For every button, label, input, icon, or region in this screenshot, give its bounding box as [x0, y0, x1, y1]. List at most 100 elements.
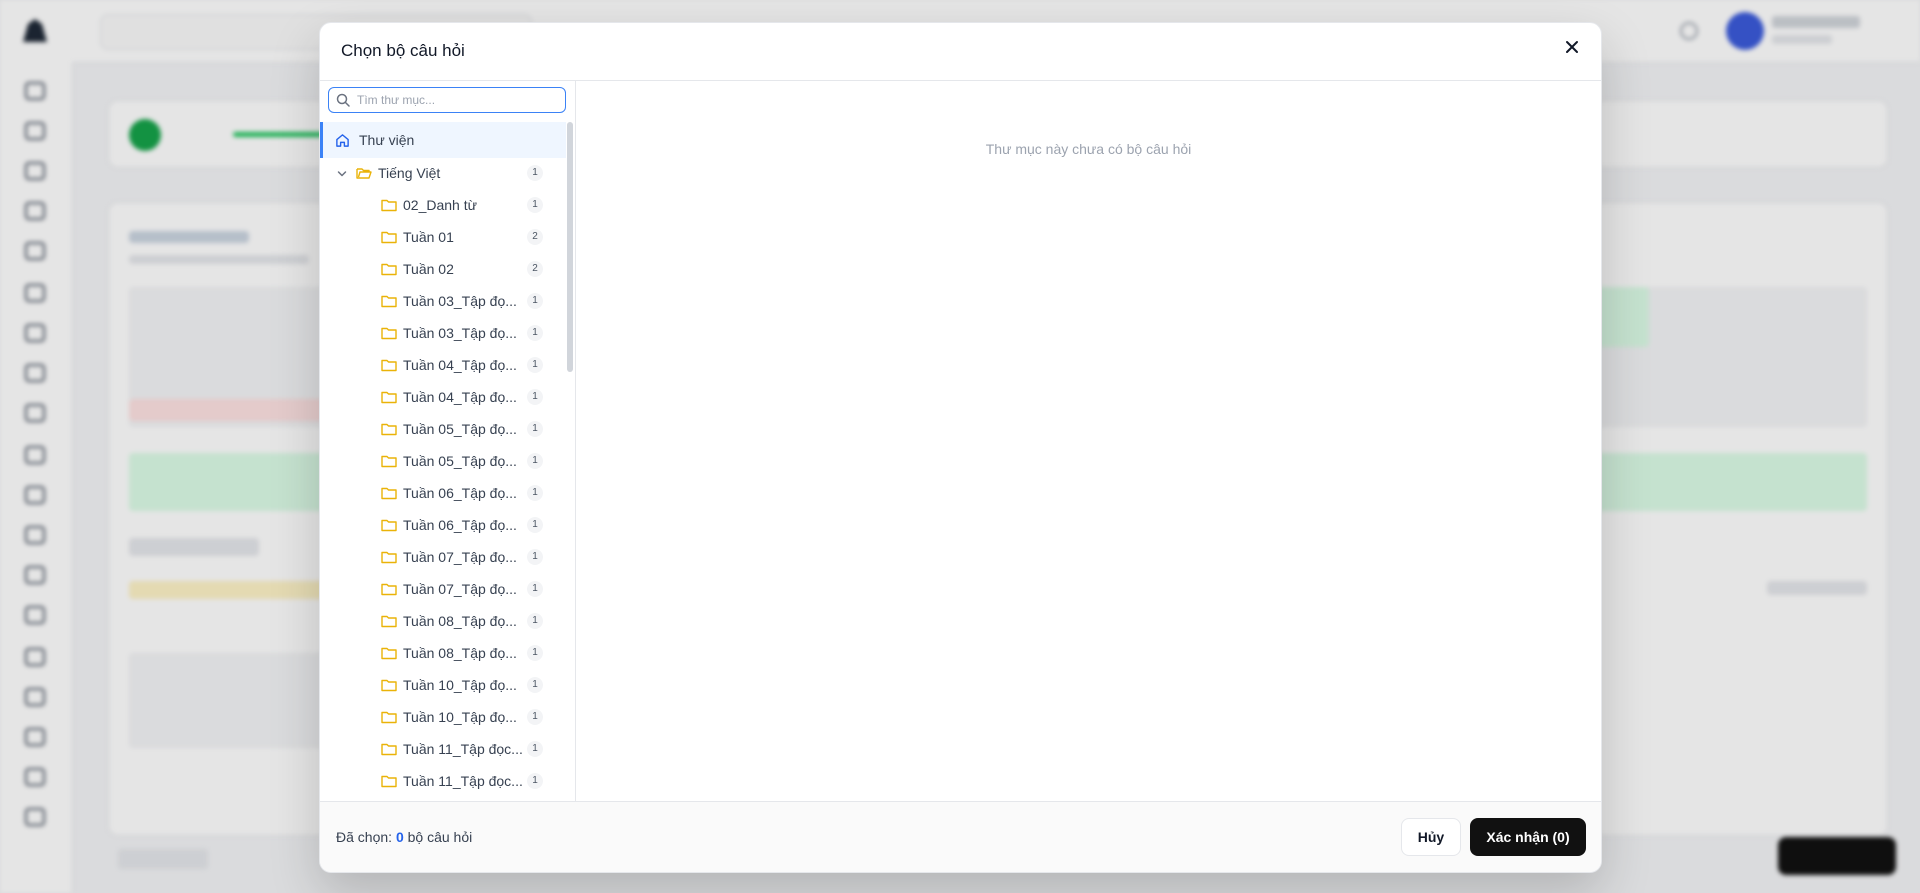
tree-item[interactable]: Tuần 01 2: [320, 222, 566, 252]
tree-item[interactable]: 02_Danh từ 1: [320, 190, 566, 220]
cancel-button[interactable]: Hủy: [1401, 818, 1461, 856]
count-badge: 1: [527, 549, 543, 565]
tree-item[interactable]: Tuần 02 2: [320, 254, 566, 284]
folder-tree: Thư viện Tiếng Việt 1 02_Danh từ 1 Tuần …: [320, 122, 566, 801]
tree-item-label: Tuần 04_Tập đọ...: [403, 389, 517, 405]
selected-count: 0: [395, 829, 404, 845]
tree-item[interactable]: Tuần 07_Tập đọ... 1: [320, 542, 566, 572]
count-badge: 1: [527, 165, 543, 181]
folder-icon: [381, 263, 397, 276]
count-badge: 2: [527, 229, 543, 245]
count-badge: 1: [527, 293, 543, 309]
tree-item-label: Tuần 11_Tập đọc...: [403, 741, 523, 757]
tree-item[interactable]: Tuần 03_Tập đọ... 1: [320, 318, 566, 348]
tree-item[interactable]: Tuần 06_Tập đọ... 1: [320, 510, 566, 540]
folder-icon: [381, 743, 397, 756]
search-icon: [336, 93, 350, 107]
folder-icon: [381, 679, 397, 692]
tree-item-label: Tuần 07_Tập đọ...: [403, 549, 517, 565]
tree-item-label: Tuần 05_Tập đọ...: [403, 453, 517, 469]
count-badge: 1: [527, 581, 543, 597]
tree-item[interactable]: Tuần 05_Tập đọ... 1: [320, 446, 566, 476]
count-badge: 2: [527, 261, 543, 277]
select-question-set-modal: Chọn bộ câu hỏi Thư viện Tiếng Việt 1 02…: [319, 22, 1602, 873]
folder-icon: [381, 519, 397, 532]
tree-item[interactable]: Tuần 10_Tập đọ... 1: [320, 702, 566, 732]
folder-icon: [381, 551, 397, 564]
tree-item[interactable]: Tuần 06_Tập đọ... 1: [320, 478, 566, 508]
selected-prefix: Đã chọn:: [336, 829, 393, 845]
selected-summary: Đã chọn: 0 bộ câu hỏi: [336, 829, 472, 845]
tree-item-label: Tuần 08_Tập đọ...: [403, 613, 517, 629]
folder-icon: [381, 775, 397, 788]
folder-icon: [381, 487, 397, 500]
tree-item[interactable]: Tuần 11_Tập đọc... 1: [320, 734, 566, 764]
tree-root-library[interactable]: Thư viện: [320, 122, 566, 158]
close-button[interactable]: [1557, 33, 1587, 63]
folder-icon: [381, 391, 397, 404]
tree-item[interactable]: Tuần 08_Tập đọ... 1: [320, 606, 566, 636]
tree-item-label: Tuần 08_Tập đọ...: [403, 645, 517, 661]
tree-item[interactable]: Tuần 11_Tập đọc... 1: [320, 766, 566, 796]
tree-root-label: Thư viện: [359, 132, 415, 148]
tree-item[interactable]: Tuần 04_Tập đọ... 1: [320, 350, 566, 380]
tree-item-label: Tuần 03_Tập đọ...: [403, 293, 517, 309]
folder-search-input[interactable]: [355, 90, 559, 110]
count-badge: 1: [527, 517, 543, 533]
empty-state-message: Thư mục này chưa có bộ câu hỏi: [985, 141, 1192, 157]
tree-folder-label: Tiếng Việt: [378, 165, 441, 181]
folder-icon: [381, 455, 397, 468]
tree-item-label: Tuần 03_Tập đọ...: [403, 325, 517, 341]
folder-icon: [381, 615, 397, 628]
folder-open-icon: [356, 168, 372, 179]
folder-icon: [381, 583, 397, 596]
tree-item[interactable]: Tuần 05_Tập đọ... 1: [320, 414, 566, 444]
folder-icon: [381, 423, 397, 436]
tree-item-label: Tuần 07_Tập đọ...: [403, 581, 517, 597]
count-badge: 1: [527, 773, 543, 789]
tree-item-label: Tuần 06_Tập đọ...: [403, 485, 517, 501]
count-badge: 1: [527, 741, 543, 757]
chevron-down-icon[interactable]: [337, 169, 347, 179]
tree-item[interactable]: Tuần 04_Tập đọ... 1: [320, 382, 566, 412]
tree-item-label: Tuần 06_Tập đọ...: [403, 517, 517, 533]
folder-panel: Thư viện Tiếng Việt 1 02_Danh từ 1 Tuần …: [320, 81, 576, 801]
tree-item-label: Tuần 10_Tập đọ...: [403, 709, 517, 725]
folder-icon: [381, 327, 397, 340]
folder-search-box: [328, 87, 566, 113]
tree-item-label: Tuần 10_Tập đọ...: [403, 677, 517, 693]
count-badge: 1: [527, 389, 543, 405]
count-badge: 1: [527, 357, 543, 373]
count-badge: 1: [527, 453, 543, 469]
tree-item[interactable]: Tuần 08_Tập đọ... 1: [320, 638, 566, 668]
tree-item[interactable]: Tuần 03_Tập đọ... 1: [320, 286, 566, 316]
folder-icon: [381, 647, 397, 660]
tree-item[interactable]: Tuần 10_Tập đọ... 1: [320, 670, 566, 700]
close-icon: [1566, 40, 1578, 53]
folder-icon: [381, 295, 397, 308]
tree-item-label: Tuần 01: [403, 229, 454, 245]
tree-item-label: Tuần 11_Tập đọc...: [403, 773, 523, 789]
count-badge: 1: [527, 645, 543, 661]
tree-item[interactable]: Tuần 07_Tập đọ... 1: [320, 574, 566, 604]
question-set-panel: Thư mục này chưa có bộ câu hỏi: [576, 81, 1601, 801]
confirm-button[interactable]: Xác nhận (0): [1470, 818, 1586, 856]
tree-item-label: Tuần 02: [403, 261, 454, 277]
folder-icon: [381, 359, 397, 372]
tree-scrollbar[interactable]: [567, 122, 573, 372]
count-badge: 1: [527, 613, 543, 629]
count-badge: 1: [527, 677, 543, 693]
folder-icon: [381, 711, 397, 724]
count-badge: 1: [527, 485, 543, 501]
modal-footer: Đã chọn: 0 bộ câu hỏi Hủy Xác nhận (0): [320, 801, 1601, 872]
tree-item-label: 02_Danh từ: [403, 197, 477, 213]
count-badge: 1: [527, 197, 543, 213]
modal-title: Chọn bộ câu hỏi: [341, 41, 465, 60]
count-badge: 1: [527, 421, 543, 437]
tree-item-label: Tuần 05_Tập đọ...: [403, 421, 517, 437]
tree-item-label: Tuần 04_Tập đọ...: [403, 357, 517, 373]
tree-folder-tieng-viet[interactable]: Tiếng Việt 1: [320, 158, 566, 188]
count-badge: 1: [527, 709, 543, 725]
selected-suffix: bộ câu hỏi: [407, 829, 473, 845]
folder-icon: [381, 231, 397, 244]
